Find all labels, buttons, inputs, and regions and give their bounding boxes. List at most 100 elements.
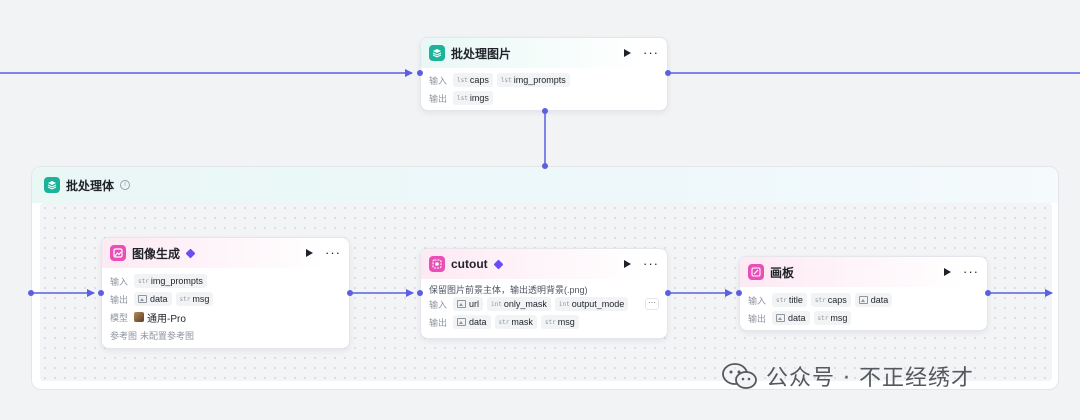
list-icon: lst — [500, 76, 512, 84]
model-row[interactable]: 模型 通用-Pro — [102, 308, 349, 326]
inputs-label: 输入 — [429, 299, 448, 310]
node-image-generation[interactable]: 图像生成 ··· 输入 str img_prompts 输出 data str ms… — [101, 237, 350, 349]
str-icon: str — [498, 318, 510, 326]
output-tag: str msg — [813, 311, 852, 325]
reference-row[interactable]: 参考图 未配置参考图 — [102, 326, 349, 344]
input-tag: str caps — [810, 293, 851, 307]
output-name: msg — [192, 294, 210, 304]
more-icon[interactable]: ··· — [963, 265, 979, 278]
output-tag: str msg — [175, 292, 214, 306]
input-name: only_mask — [503, 299, 547, 309]
output-tag: lst imgs — [453, 91, 493, 105]
model-label: 模型 — [110, 312, 129, 323]
output-tag: str msg — [540, 315, 579, 329]
outputs-label: 输出 — [110, 294, 129, 305]
reference-value: 未配置参考图 — [140, 330, 195, 341]
node-header: 画板 ··· — [740, 257, 987, 287]
input-tag: data — [854, 293, 893, 307]
wechat-watermark: 公众号 · 不正经绣才 — [722, 360, 974, 392]
str-icon: str — [776, 296, 787, 304]
output-name: data — [469, 317, 487, 327]
input-tag: lst caps — [453, 73, 493, 87]
more-icon[interactable]: ··· — [643, 46, 659, 59]
image-icon — [457, 300, 466, 308]
play-icon[interactable] — [624, 49, 631, 57]
layers-icon — [44, 177, 60, 193]
input-tag: int only_mask — [487, 297, 551, 311]
play-icon[interactable] — [306, 249, 313, 257]
node-header: cutout ··· — [421, 249, 667, 279]
inputs-row: 输入 url int only_mask int output_mode ··· — [421, 295, 667, 313]
model-value: 通用-Pro — [147, 313, 186, 325]
watermark-text: 公众号 · 不正经绣才 — [766, 366, 974, 391]
canvas-icon — [748, 264, 764, 280]
str-icon: str — [817, 314, 829, 322]
play-icon[interactable] — [944, 268, 951, 276]
outputs-row: 输出 data str mask str msg — [421, 313, 667, 331]
output-tag: str mask — [494, 315, 537, 329]
input-name: caps — [827, 295, 847, 305]
input-tag: url — [453, 297, 484, 311]
group-title: 批处理体 — [66, 178, 115, 193]
node-title: cutout — [451, 257, 488, 271]
node-title: 画板 — [770, 265, 795, 280]
str-icon: str — [814, 296, 826, 304]
outputs-label: 输出 — [748, 313, 767, 324]
str-icon: str — [179, 295, 191, 303]
output-tag: data — [453, 315, 491, 329]
output-name: mask — [511, 317, 533, 327]
output-name: msg — [830, 313, 848, 323]
outputs-label: 输出 — [429, 317, 448, 328]
node-canvas[interactable]: 画板 ··· 输入 str title str caps data 输出 data … — [739, 256, 988, 331]
input-tag: int output_mode — [554, 297, 629, 311]
output-name: data — [150, 294, 168, 304]
more-icon[interactable]: ··· — [325, 246, 341, 259]
inputs-row: 输入 str img_prompts — [102, 272, 349, 290]
inputs-row: 输入 str title str caps data — [740, 291, 987, 309]
image-icon — [776, 314, 785, 322]
input-name: img_prompts — [513, 75, 566, 85]
outputs-row: 输出 data str msg — [740, 309, 987, 327]
outputs-row: 输出 lst imgs — [421, 89, 667, 107]
model-avatar — [134, 312, 144, 322]
node-title: 批处理图片 — [451, 46, 512, 61]
info-icon[interactable]: i — [120, 180, 131, 190]
output-tag: data — [134, 292, 172, 306]
premium-diamond-icon — [185, 248, 196, 258]
image-gen-icon — [110, 245, 126, 261]
inputs-row: 输入 lst caps lst img_prompts — [421, 71, 667, 89]
node-description: 保留图片前景主体，输出透明背景(.png) — [429, 285, 588, 295]
image-icon — [858, 296, 868, 304]
node-title: 图像生成 — [132, 246, 181, 261]
group-header: 批处理体 i — [32, 167, 1058, 203]
list-icon: lst — [457, 94, 468, 102]
input-tag: str title — [772, 293, 807, 307]
input-name: data — [870, 295, 889, 305]
output-name: imgs — [469, 93, 489, 103]
image-icon — [457, 318, 466, 326]
outputs-row: 输出 data str msg — [102, 290, 349, 308]
node-cutout[interactable]: cutout ··· 保留图片前景主体，输出透明背景(.png) 输入 url … — [420, 248, 668, 339]
outputs-label: 输出 — [429, 93, 448, 104]
inputs-label: 输入 — [429, 75, 448, 86]
wechat-icon — [722, 363, 757, 389]
more-icon[interactable]: ··· — [643, 257, 659, 270]
str-icon: str — [544, 318, 556, 326]
premium-diamond-icon — [493, 259, 504, 269]
output-name: msg — [557, 317, 575, 327]
input-name: img_prompts — [150, 276, 203, 286]
output-tag: data — [772, 311, 810, 325]
play-icon[interactable] — [624, 260, 631, 268]
output-name: data — [788, 313, 806, 323]
layers-icon — [429, 45, 445, 61]
more-inputs-button[interactable]: ··· — [645, 298, 659, 310]
input-name: output_mode — [571, 299, 625, 309]
int-icon: int — [491, 300, 502, 308]
str-icon: str — [138, 277, 149, 285]
image-icon — [138, 295, 147, 303]
node-batch-images[interactable]: 批处理图片 ··· 输入 lst caps lst img_prompts 输出 l… — [420, 37, 668, 111]
input-tag: lst img_prompts — [496, 73, 570, 87]
input-name: title — [788, 295, 803, 305]
node-header: 批处理图片 ··· — [421, 38, 667, 68]
input-tag: str img_prompts — [134, 274, 207, 288]
